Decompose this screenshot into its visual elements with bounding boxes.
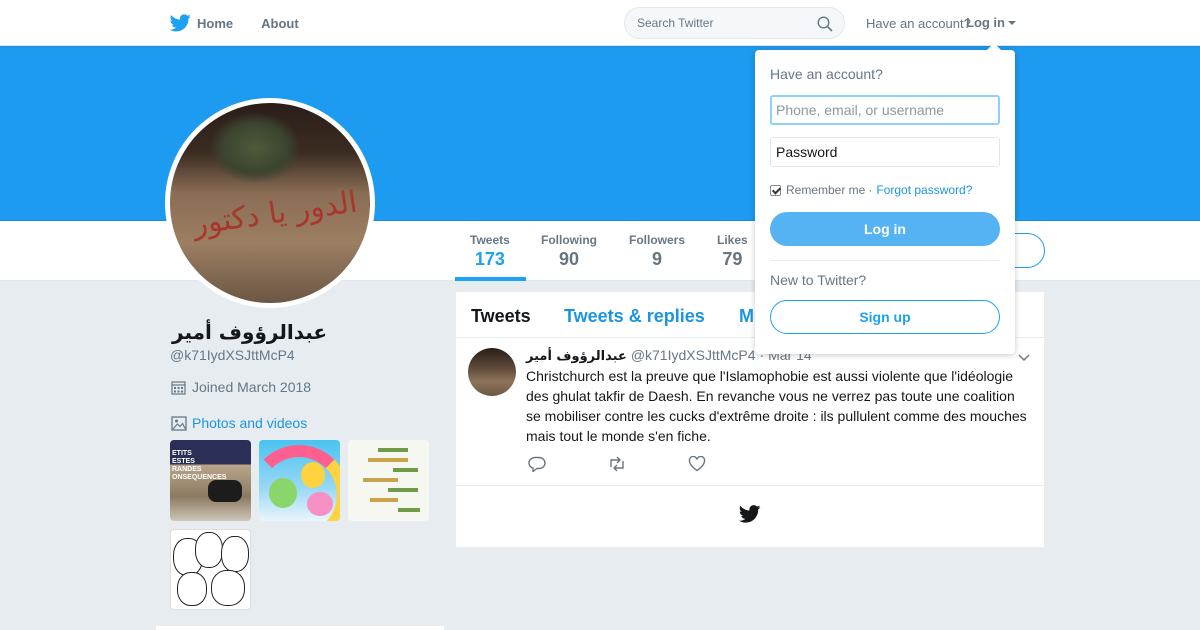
stat-label: Followers: [629, 233, 686, 247]
sketch-face: [195, 532, 223, 568]
tweet-avatar[interactable]: [468, 348, 516, 396]
stat-value: 173: [474, 249, 505, 269]
sketch-face: [221, 536, 249, 572]
search-box[interactable]: Search Twitter: [624, 7, 845, 39]
password-input[interactable]: Password: [770, 137, 1000, 167]
cartoon-bear-3: [307, 492, 333, 516]
diagram-bar: [393, 468, 418, 472]
diagram-bar: [370, 498, 398, 502]
photos-videos-link[interactable]: Photos and videos: [171, 415, 307, 431]
login-button[interactable]: Log in: [770, 212, 1000, 246]
sketch-face: [177, 572, 207, 606]
nav-left: Home About: [170, 0, 327, 46]
username-input[interactable]: Phone, email, or username: [770, 95, 1000, 125]
caret-down-icon: [1008, 20, 1016, 25]
stat-following[interactable]: Following 90: [541, 233, 597, 270]
stat-label: Following: [541, 233, 597, 247]
nav-home-label: Home: [197, 15, 234, 31]
tweet[interactable]: عبدالرؤوف أمير @k71IydXSJttMcP4 · Mar 14…: [456, 338, 1044, 486]
dropdown-divider: [770, 260, 1000, 261]
joined-text: Joined March 2018: [192, 379, 312, 395]
tweet-text: Christchurch est la preuve que l'Islamop…: [526, 368, 1027, 444]
nav-home[interactable]: Home: [170, 0, 233, 46]
tab-tweets-replies[interactable]: Tweets & replies: [564, 306, 705, 327]
joined-date: Joined March 2018: [171, 379, 311, 395]
stat-followers[interactable]: Followers 9: [629, 233, 685, 270]
avatar-image: أجاك الدور يا دكتور: [170, 103, 370, 303]
dropdown-arrow: [987, 43, 1001, 50]
active-stat-underline: [455, 277, 526, 281]
media-thumbnail-2[interactable]: [259, 440, 340, 521]
remember-row: Remember me · Forgot password?: [770, 183, 972, 197]
stat-tweets[interactable]: Tweets 173: [470, 233, 510, 270]
top-navigation-bar: Home About Search Twitter Have an accoun…: [0, 0, 1200, 46]
nav-about-label: About: [261, 15, 299, 31]
twitter-bird-icon: [739, 505, 761, 523]
forgot-password-link[interactable]: Forgot password?: [876, 183, 972, 197]
twitter-bird-icon: [170, 14, 191, 32]
diagram-bar: [398, 508, 420, 512]
thumbnail-figure: [208, 480, 242, 502]
new-to-twitter-text: New to Twitter?: [770, 272, 867, 288]
media-thumbnail-4[interactable]: [170, 529, 251, 610]
tweet-author-name[interactable]: عبدالرؤوف أمير: [526, 349, 627, 364]
photo-icon: [171, 415, 187, 431]
profile-name[interactable]: عبدالرؤوف أمير: [172, 320, 327, 344]
chevron-down-icon[interactable]: [1018, 354, 1030, 362]
login-dropdown: Have an account? Phone, email, or userna…: [755, 43, 1015, 354]
cartoon-bear-2: [301, 462, 325, 488]
diagram-bar: [363, 478, 398, 482]
diagram-bar: [378, 448, 408, 452]
thumbnail-caption: ETITS ESTES RANDES ONSEQUENCES: [172, 450, 227, 481]
avatar-graffiti-text: أجاك الدور يا دكتور: [190, 174, 370, 243]
tab-media[interactable]: M: [739, 306, 754, 327]
search-input[interactable]: Search Twitter: [637, 16, 713, 30]
avatar-foliage: [210, 113, 300, 183]
search-icon[interactable]: [817, 16, 833, 32]
photos-videos-label: Photos and videos: [192, 415, 308, 431]
separator-dot: ·: [868, 183, 873, 197]
remember-me-label[interactable]: Remember me: [786, 183, 865, 197]
reply-icon[interactable]: [528, 456, 546, 472]
signup-button[interactable]: Sign up: [770, 300, 1000, 334]
stat-value: 79: [722, 249, 743, 269]
login-link-label: Log in: [966, 15, 1005, 30]
tab-tweets[interactable]: Tweets: [471, 306, 531, 327]
tweet-author-handle[interactable]: @k71IydXSJttMcP4: [631, 347, 756, 363]
stat-label: Tweets: [470, 233, 510, 247]
nav-about[interactable]: About: [261, 0, 299, 46]
diagram-bar: [368, 458, 408, 462]
stat-value: 90: [558, 249, 580, 269]
stat-value: 9: [652, 249, 663, 269]
have-account-text: Have an account?: [866, 16, 971, 31]
calendar-icon: [171, 380, 186, 395]
cartoon-bear-1: [269, 478, 297, 508]
like-heart-icon[interactable]: [688, 456, 706, 472]
media-thumbnail-3[interactable]: [348, 440, 429, 521]
remember-me-checkbox[interactable]: [770, 184, 781, 196]
login-dropdown-toggle[interactable]: Log in: [966, 15, 1016, 30]
retweet-icon[interactable]: [608, 456, 626, 472]
dropdown-title: Have an account?: [770, 66, 883, 82]
sketch-face: [211, 570, 245, 606]
sidebar-card-edge: [156, 626, 444, 630]
stat-label: Likes: [717, 233, 748, 247]
profile-handle[interactable]: @k71IydXSJttMcP4: [170, 347, 295, 363]
stat-likes[interactable]: Likes 79: [717, 233, 748, 270]
diagram-bar: [388, 488, 418, 492]
profile-avatar[interactable]: أجاك الدور يا دكتور: [165, 98, 375, 308]
media-thumbnail-1[interactable]: ETITS ESTES RANDES ONSEQUENCES: [170, 440, 251, 521]
